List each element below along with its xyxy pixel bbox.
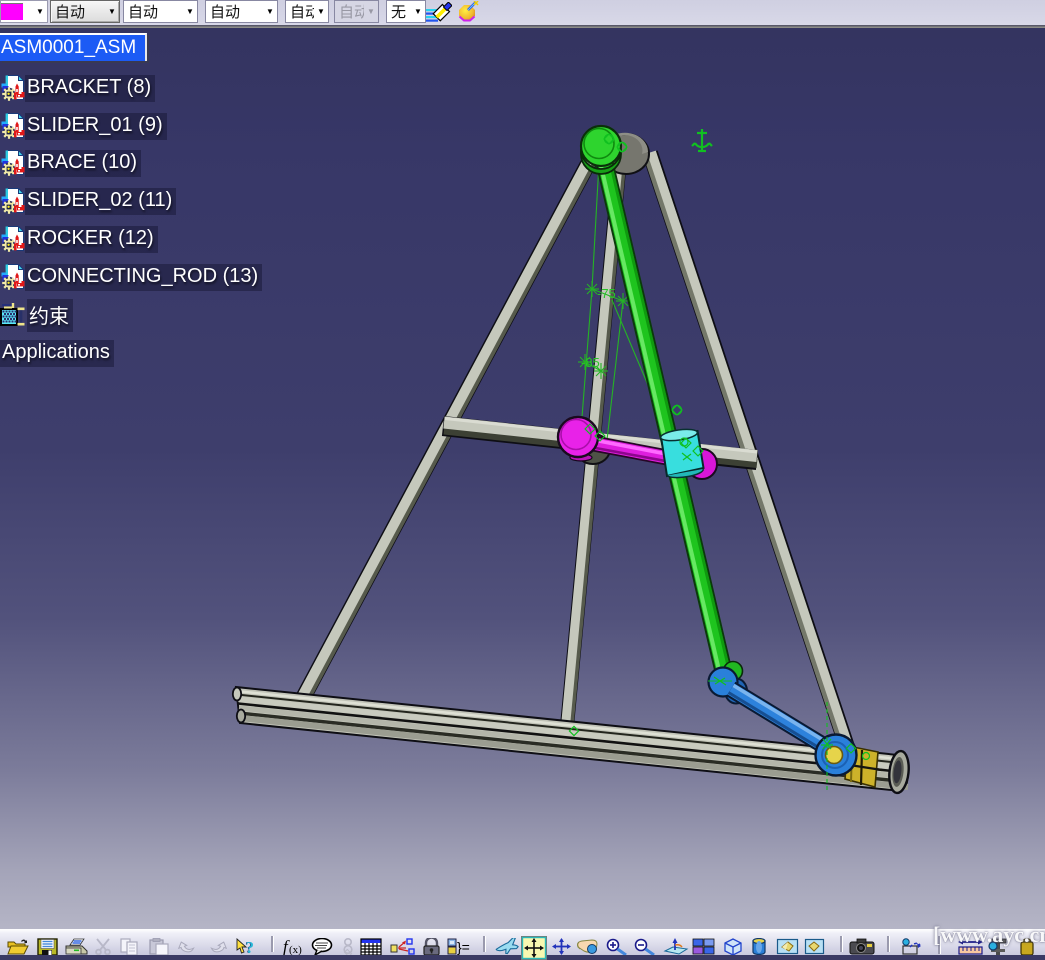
svg-text:?: ? bbox=[246, 938, 255, 955]
svg-text:-85: -85 bbox=[581, 355, 600, 370]
svg-text:}=: }= bbox=[457, 939, 470, 955]
svg-text:-75: -75 bbox=[597, 286, 616, 301]
svg-text:(x): (x) bbox=[289, 944, 302, 955]
